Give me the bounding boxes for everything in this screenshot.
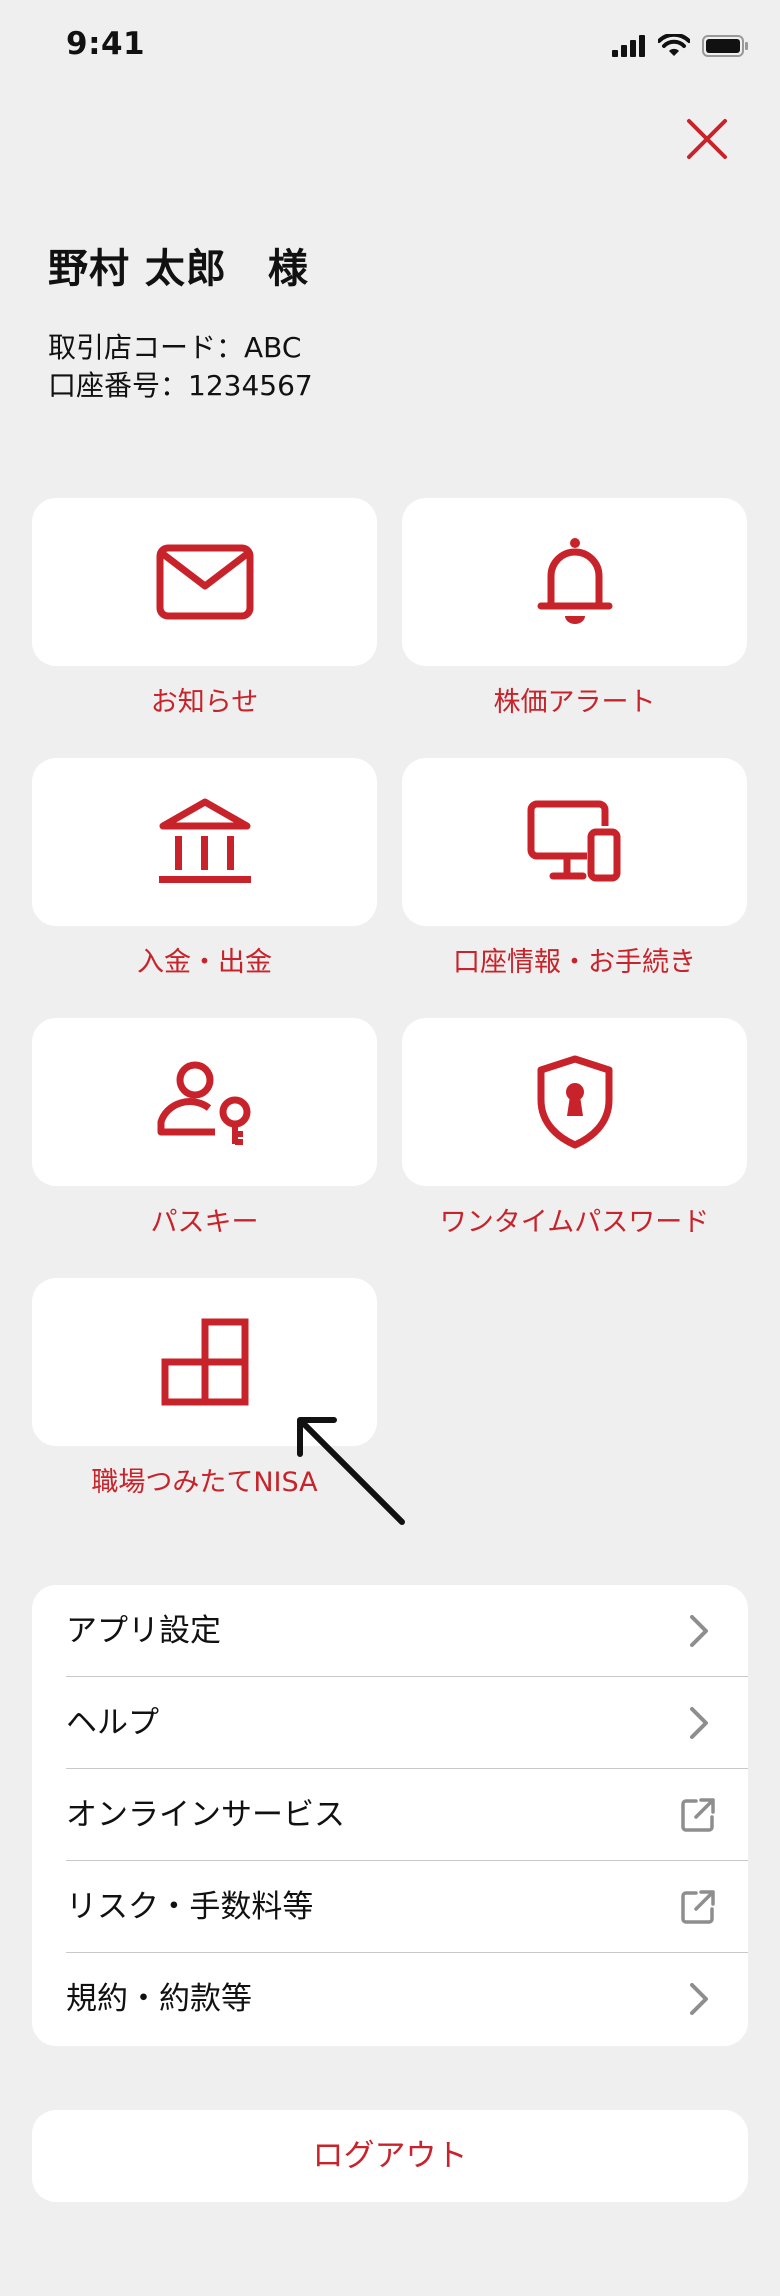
tile-deposit-withdrawal[interactable] [32, 758, 377, 926]
tile-label-passkey[interactable]: パスキー [32, 1200, 377, 1239]
list-item-label: 規約・約款等 [66, 1981, 252, 2017]
tile-notices[interactable] [32, 498, 377, 666]
status-time: 9:41 [66, 26, 146, 62]
tile-label-price-alert[interactable]: 株価アラート [402, 680, 747, 719]
list-item-online-service[interactable]: オンラインサービス [32, 1769, 748, 1861]
tile-account-info[interactable] [402, 758, 747, 926]
settings-list: アプリ設定 ヘルプ オンラインサービス リスク・手数料等 規約・約款等 [32, 1585, 748, 2046]
close-icon [687, 119, 727, 159]
battery-icon [702, 35, 748, 57]
pointer-arrow-icon [297, 1417, 405, 1525]
list-item-label: オンラインサービス [66, 1797, 345, 1833]
blocks-icon [161, 1318, 248, 1406]
external-link-icon [681, 1798, 715, 1832]
chevron-right-icon [690, 1983, 708, 2015]
logout-button[interactable]: ログアウト [32, 2110, 748, 2202]
list-item-risk-fees[interactable]: リスク・手数料等 [32, 1861, 748, 1953]
devices-icon [527, 800, 620, 882]
signal-icon [612, 35, 645, 57]
user-key-icon [157, 1061, 250, 1145]
bank-icon [158, 798, 251, 883]
close-button[interactable] [672, 104, 742, 174]
tile-label-account-info[interactable]: 口座情報・お手続き [402, 940, 747, 979]
list-item-help[interactable]: ヘルプ [32, 1677, 748, 1769]
mail-icon [156, 544, 253, 620]
chevron-right-icon [690, 1615, 708, 1647]
status-icons [612, 30, 750, 62]
bell-icon [537, 538, 612, 624]
shield-keyhole-icon [537, 1055, 612, 1149]
tile-label-one-time-password[interactable]: ワンタイムパスワード [402, 1200, 747, 1239]
wifi-icon [658, 34, 690, 56]
user-name: 野村 太郎 様 [48, 246, 309, 292]
tile-one-time-password[interactable] [402, 1018, 747, 1186]
tile-price-alert[interactable] [402, 498, 747, 666]
list-item-app-settings[interactable]: アプリ設定 [32, 1585, 748, 1677]
list-item-label: ヘルプ [66, 1705, 159, 1741]
chevron-right-icon [690, 1707, 708, 1739]
tile-label-notices[interactable]: お知らせ [32, 680, 377, 719]
branch-code: 取引店コード：ABC [48, 331, 302, 364]
list-item-label: アプリ設定 [66, 1613, 221, 1649]
tile-passkey[interactable] [32, 1018, 377, 1186]
tile-label-deposit-withdrawal[interactable]: 入金・出金 [32, 940, 377, 979]
external-link-icon [681, 1890, 715, 1924]
list-item-label: リスク・手数料等 [66, 1889, 314, 1925]
status-bar: 9:41 [0, 0, 780, 90]
account-number: 口座番号：1234567 [48, 369, 313, 402]
list-item-terms[interactable]: 規約・約款等 [32, 1953, 748, 2045]
